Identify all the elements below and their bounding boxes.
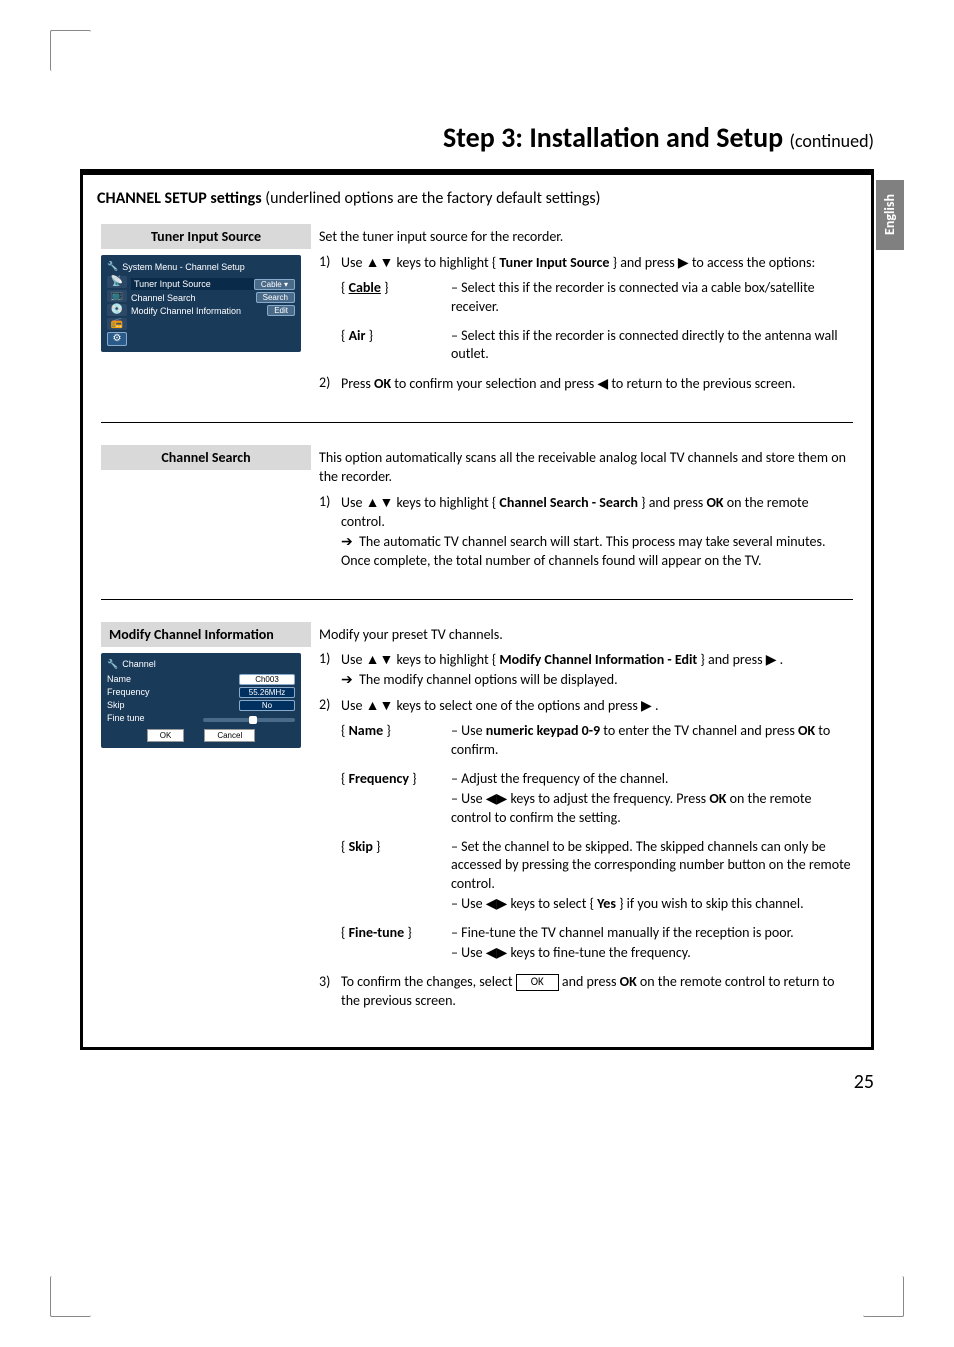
osd1-title: System Menu - Channel Setup <box>122 262 245 272</box>
modify-arrow-text: The modify channel options will be displ… <box>359 671 618 688</box>
page-title: Step 3: Installation and Setup (continue… <box>80 120 874 155</box>
right-icon: ▶ <box>641 697 652 713</box>
osd2-fine-slider <box>203 718 295 722</box>
search-arrow-text: The automatic TV channel search will sta… <box>341 533 826 569</box>
opt-cable: { Cable } <box>341 279 451 317</box>
opt-finetune: { Fine-tune } <box>341 924 451 963</box>
tuner-step1: Use ▲▼ keys to highlight { Tuner Input S… <box>341 253 853 273</box>
opt-finetune-desc: – Fine-tune the TV channel manually if t… <box>451 924 853 963</box>
left-right-icon: ◀▶ <box>486 895 508 911</box>
inline-ok-button: OK <box>516 974 559 991</box>
opt-air-desc: – Select this if the recorder is connect… <box>451 327 853 365</box>
up-down-icon: ▲▼ <box>366 651 394 667</box>
modify-step1: Use ▲▼ keys to highlight { Modify Channe… <box>341 650 853 690</box>
modify-step3: To confirm the changes, select OK and pr… <box>341 973 853 1011</box>
osd2-fine-label: Fine tune <box>107 713 199 723</box>
osd2-name-label: Name <box>107 674 239 684</box>
step-number: 2) <box>319 374 341 394</box>
osd1-row1-label: Tuner Input Source <box>131 278 254 290</box>
modify-intro: Modify your preset TV channels. <box>319 626 853 645</box>
opt-name: { Name } <box>341 722 451 760</box>
wrench-icon: 🔧 <box>107 261 118 272</box>
opt-skip: { Skip } <box>341 838 451 915</box>
search-intro: This option automatically scans all the … <box>319 449 853 487</box>
opt-skip-desc: – Set the channel to be skipped. The ski… <box>451 838 853 915</box>
box-heading-rest: (underlined options are the factory defa… <box>262 189 601 208</box>
osd-channel-setup: 🔧 System Menu - Channel Setup 📡 📺 💿 📻 ⚙ T… <box>101 255 301 352</box>
osd1-row2-label: Channel Search <box>131 293 256 303</box>
up-down-icon: ▲▼ <box>366 494 394 510</box>
wrench-icon: 🔧 <box>107 659 118 670</box>
osd-iconbar: 📡 📺 💿 📻 ⚙ <box>107 276 127 346</box>
right-icon: ▶ <box>678 254 689 270</box>
osd2-cancel-button: Cancel <box>204 729 255 742</box>
osd1-row3-label: Modify Channel Information <box>131 306 267 316</box>
up-down-icon: ▲▼ <box>366 254 394 270</box>
right-icon: ▶ <box>766 651 777 667</box>
osd2-ok-button: OK <box>147 729 185 742</box>
opt-air: { Air } <box>341 327 451 365</box>
left-right-icon: ◀▶ <box>486 944 508 960</box>
opt-frequency-desc: – Adjust the frequency of the channel. –… <box>451 770 853 828</box>
title-continued: (continued) <box>789 130 874 152</box>
page-number: 25 <box>80 1070 874 1094</box>
sat-icon: 📡 <box>107 276 127 288</box>
osd1-row2-val: Search <box>256 292 295 303</box>
osd-channel-edit: 🔧 Channel NameCh003 Frequency55.26MHz Ski… <box>101 653 301 748</box>
box-heading: CHANNEL SETUP settings (underlined optio… <box>97 189 857 208</box>
disc-icon: 💿 <box>107 304 127 316</box>
step-number: 1) <box>319 253 341 273</box>
modify-heading: Modify Channel Information <box>101 622 311 647</box>
opt-frequency: { Frequency } <box>341 770 451 828</box>
osd2-skip-label: Skip <box>107 700 239 710</box>
result-arrow-icon: ➔ <box>341 671 353 687</box>
step-number: 2) <box>319 696 341 716</box>
tv-icon: 📺 <box>107 290 127 302</box>
search-heading: Channel Search <box>101 445 311 470</box>
osd1-row3-val: Edit <box>267 305 295 316</box>
osd2-freq-val: 55.26MHz <box>239 687 295 698</box>
step-number: 3) <box>319 973 341 1011</box>
tuner-step2: Press OK to confirm your selection and p… <box>341 374 853 394</box>
tuner-heading: Tuner Input Source <box>101 224 311 249</box>
up-down-icon: ▲▼ <box>366 697 394 713</box>
step-number: 1) <box>319 493 341 571</box>
box-heading-strong: CHANNEL SETUP settings <box>97 189 262 208</box>
osd2-name-val: Ch003 <box>239 674 295 685</box>
left-icon: ◀ <box>597 375 608 391</box>
opt-cable-desc: – Select this if the recorder is connect… <box>451 279 853 317</box>
modify-step2: Use ▲▼ keys to select one of the options… <box>341 696 853 716</box>
content-box: CHANNEL SETUP settings (underlined optio… <box>80 169 874 1050</box>
step-number: 1) <box>319 650 341 690</box>
radio-icon: 📻 <box>107 318 127 330</box>
left-right-icon: ◀▶ <box>486 790 508 806</box>
osd2-skip-val: No <box>239 700 295 711</box>
opt-name-desc: – Use numeric keypad 0-9 to enter the TV… <box>451 722 853 760</box>
osd1-row1-val: Cable ▾ <box>254 279 295 290</box>
osd2-title: Channel <box>122 659 156 669</box>
tuner-intro: Set the tuner input source for the recor… <box>319 228 853 247</box>
osd2-freq-label: Frequency <box>107 687 239 697</box>
title-text: Step 3: Installation and Setup <box>443 120 783 155</box>
language-tab: English <box>876 180 904 250</box>
gear-icon: ⚙ <box>107 332 127 346</box>
search-step1: Use ▲▼ keys to highlight { Channel Searc… <box>341 493 853 571</box>
result-arrow-icon: ➔ <box>341 533 353 549</box>
